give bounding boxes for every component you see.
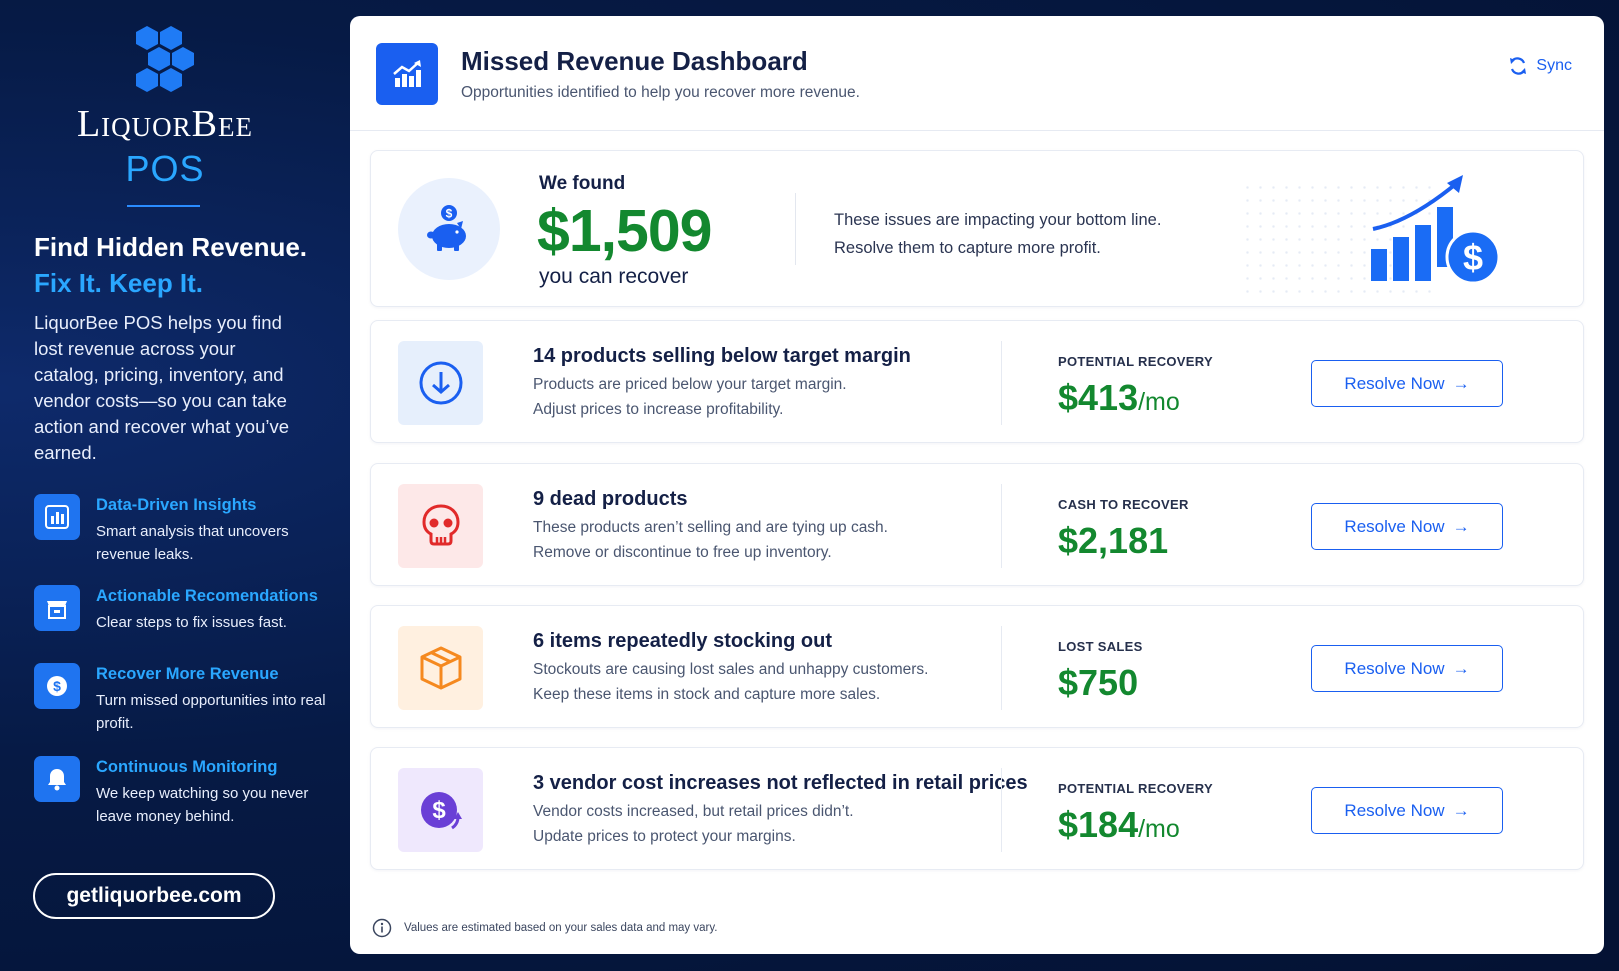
brand-name: LiquorBee [76,103,254,145]
skull-icon [398,484,483,568]
page-title: Missed Revenue Dashboard [461,46,808,76]
hero-tagline: Fix It. Keep It. [34,268,204,298]
resolve-now-button[interactable]: Resolve Now → [1311,360,1503,407]
summary-message-line1: These issues are impacting your bottom l… [834,211,1162,229]
issue-description: Stockouts are causing lost sales and unh… [533,661,929,678]
issue-description: Update prices to protect your margins. [533,828,796,845]
button-label: Resolve Now [1344,516,1445,536]
brand-divider [127,205,200,207]
issue-description: Adjust prices to increase profitability. [533,401,784,418]
hero-description: LiquorBee POS helps you find lost revenu… [34,312,290,463]
issue-title: 9 dead products [533,488,688,510]
refresh-icon [1510,57,1527,75]
button-label: Resolve Now [1344,658,1445,678]
metric-label: CASH TO RECOVER [1058,497,1189,512]
metric-label: LOST SALES [1058,639,1143,654]
issue-card-vendor-costs: $ 3 vendor cost increases not reflected … [370,747,1584,870]
arrow-right-icon: → [1452,516,1470,536]
summary-message-line2: Resolve them to capture more profit. [834,239,1101,257]
resolve-now-button[interactable]: Resolve Now → [1311,645,1503,692]
issue-divider [1001,768,1002,852]
feature-description: We keep watching so you never leave mone… [96,785,309,825]
feature-continuous-monitoring: Continuous Monitoring We keep watching s… [34,756,334,836]
issue-card-stockouts: 6 items repeatedly stocking out Stockout… [370,605,1584,728]
issue-description: Remove or discontinue to free up invento… [533,544,832,561]
bell-icon [34,756,80,802]
footer-note-text: Values are estimated based on your sales… [404,922,718,934]
summary-label: We found [539,173,626,194]
logo-hexagons-icon [136,26,194,92]
feature-title: Recover More Revenue [96,665,279,683]
arrow-right-icon: → [1452,658,1470,678]
button-label: Resolve Now [1344,373,1445,393]
issue-divider [1001,341,1002,425]
resolve-now-button[interactable]: Resolve Now → [1311,503,1503,550]
summary-suffix: you can recover [539,265,689,288]
dashboard-panel: Missed Revenue Dashboard Opportunities i… [350,16,1604,954]
metric-amount: $184 [1058,804,1139,845]
arrow-right-icon: → [1452,373,1470,393]
feature-title: Continuous Monitoring [96,758,278,776]
issue-title: 14 products selling below target margin [533,345,911,367]
svg-text:$: $ [1463,237,1483,278]
metric-amount: $413 [1058,377,1139,418]
svg-text:$: $ [432,797,446,824]
arrow-down-circle-icon [398,341,483,425]
hero-headline: Find Hidden Revenue. [34,232,308,262]
info-icon [372,918,392,938]
metric-unit: /mo [1138,388,1180,416]
sync-label: Sync [1536,57,1572,74]
storefront-icon [34,585,80,631]
issue-description: These products aren’t selling and are ty… [533,519,888,536]
svg-text:$: $ [53,678,61,694]
issue-description: Keep these items in stock and capture mo… [533,686,881,703]
feature-title: Data-Driven Insights [96,496,257,514]
feature-recover-more-revenue: $ Recover More Revenue Turn missed oppor… [34,663,334,743]
feature-actionable-recommendations: Actionable Recomendations Clear steps to… [34,585,334,665]
bar-chart-icon [34,494,80,540]
resolve-now-button[interactable]: Resolve Now → [1311,787,1503,834]
issue-divider [1001,626,1002,710]
issue-title: 3 vendor cost increases not reflected in… [533,772,1028,794]
brand-product: POS [125,148,205,189]
feature-description: Smart analysis that uncovers revenue lea… [96,523,289,563]
sync-button[interactable]: Sync [1508,56,1572,76]
metric-value: $750 [1058,662,1138,704]
header-divider [350,130,1604,131]
sidebar: LiquorBee POS Find Hidden Revenue. Fix I… [0,0,350,971]
metric-value: $413/mo [1058,377,1180,419]
issue-card-below-margin: 14 products selling below target margin … [370,320,1584,443]
metric-amount: $2,181 [1058,520,1169,561]
summary-amount: $1,509 [537,198,712,264]
website-link-button[interactable]: getliquorbee.com [33,873,275,919]
dollar-coin-icon: $ [34,663,80,709]
arrow-right-icon: → [1452,800,1470,820]
issue-divider [1001,484,1002,568]
feature-data-driven-insights: Data-Driven Insights Smart analysis that… [34,494,334,574]
button-label: Resolve Now [1344,800,1445,820]
page-subtitle: Opportunities identified to help you rec… [461,84,860,101]
issue-description: Vendor costs increased, but retail price… [533,803,854,820]
metric-amount: $750 [1058,662,1139,703]
svg-text:$: $ [446,207,453,221]
issue-description: Products are priced below your target ma… [533,376,847,393]
dollar-up-icon: $ [398,768,483,852]
piggy-bank-icon: $ [398,178,500,280]
metric-value: $2,181 [1058,520,1168,562]
footer-note: Values are estimated based on your sales… [372,918,717,938]
metric-label: POTENTIAL RECOVERY [1058,354,1213,369]
feature-description: Clear steps to fix issues fast. [96,614,287,631]
metric-unit: /mo [1138,815,1180,843]
feature-description: Turn missed opportunities into real prof… [96,692,326,732]
feature-title: Actionable Recomendations [96,587,318,605]
summary-card: $ We found $1,509 you can recover These … [370,150,1584,307]
metric-value: $184/mo [1058,804,1180,846]
growth-chart-dollar-icon: $ [1371,175,1501,285]
issue-title: 6 items repeatedly stocking out [533,630,832,652]
metric-label: POTENTIAL RECOVERY [1058,781,1213,796]
summary-divider [795,193,796,265]
revenue-chart-icon [376,43,438,105]
box-icon [398,626,483,710]
issue-card-dead-products: 9 dead products These products aren’t se… [370,463,1584,586]
